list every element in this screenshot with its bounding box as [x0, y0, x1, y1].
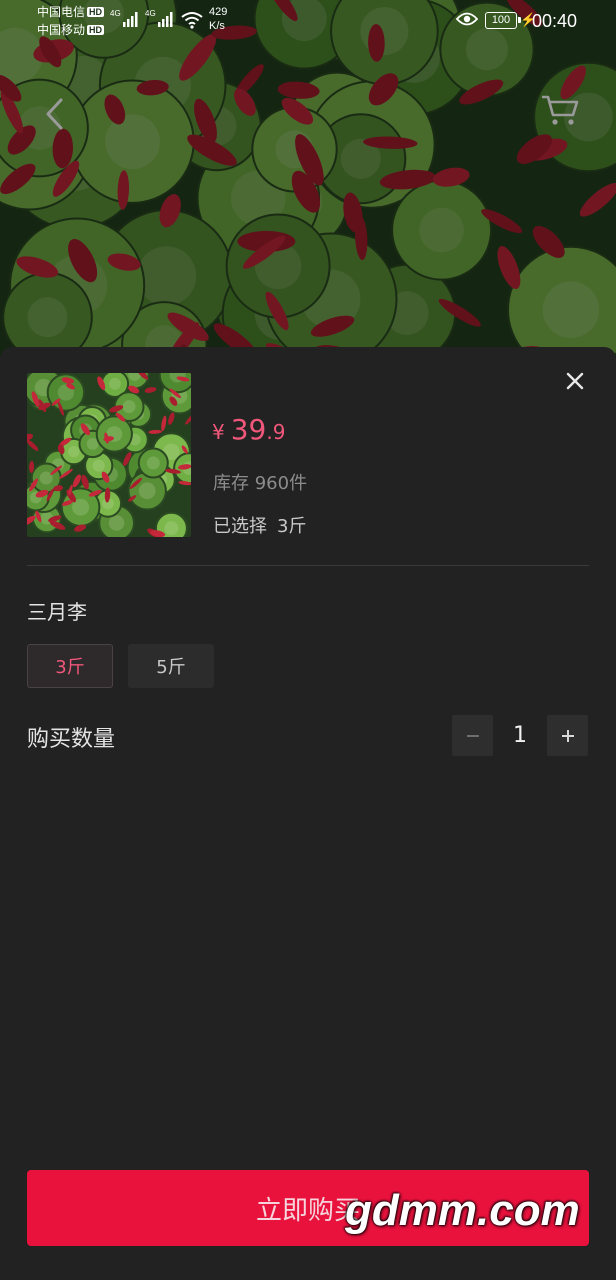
spec-group-title: 三月李	[27, 600, 87, 624]
product-hero-image	[0, 0, 616, 360]
status-bar: 中国电信 HD 中国移动 HD 4G 4G 429 K/s 100 ⚡ 00:40	[0, 0, 616, 44]
spec-option-3jin[interactable]: 3斤	[27, 644, 113, 688]
signal-icon: 4G	[110, 9, 140, 33]
divider	[27, 565, 589, 566]
plus-icon	[561, 729, 574, 742]
stock-info: 库存 960件	[213, 473, 308, 494]
spec-option-5jin[interactable]: 5斤	[128, 644, 214, 688]
quantity-decrease-button[interactable]	[452, 715, 493, 756]
close-button[interactable]	[559, 365, 591, 397]
product-thumbnail	[27, 373, 191, 537]
carrier-telecom: 中国电信 HD	[37, 5, 105, 19]
watermark: gdmm.com	[345, 1186, 580, 1235]
chevron-left-icon	[46, 98, 63, 130]
quantity-value[interactable]: 1	[493, 715, 547, 756]
battery-indicator: 100	[485, 12, 521, 29]
network-speed: 429 K/s	[209, 6, 228, 32]
carrier-mobile: 中国移动 HD	[37, 23, 105, 37]
shopping-cart-icon	[542, 95, 579, 125]
back-button[interactable]	[42, 96, 68, 132]
wifi-icon	[180, 10, 204, 35]
sku-selector-sheet: ¥39.9 库存 960件 已选择 3斤 三月李 3斤 5斤 购买数量 1 立即购…	[0, 347, 616, 1280]
image-dim-overlay	[0, 0, 616, 360]
clock: 00:40	[532, 11, 578, 31]
cart-button[interactable]	[540, 93, 580, 127]
eye-icon	[455, 11, 479, 32]
quantity-label: 购买数量	[27, 727, 116, 752]
close-icon	[566, 372, 584, 390]
plums-thumbnail-photo	[27, 373, 191, 537]
signal-icon: 4G	[145, 9, 175, 33]
selected-spec: 已选择 3斤	[213, 516, 307, 537]
minus-icon	[466, 734, 479, 737]
product-price: ¥39.9	[212, 413, 286, 446]
quantity-increase-button[interactable]	[547, 715, 588, 756]
